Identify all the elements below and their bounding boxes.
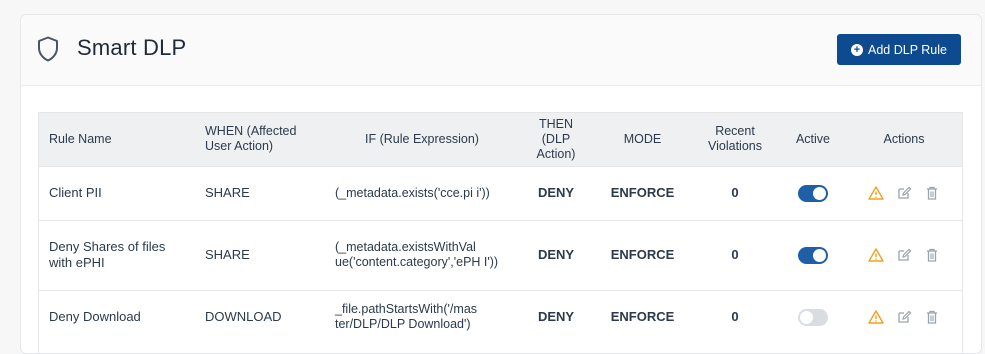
active-toggle[interactable] [798,308,828,326]
table-header-row: Rule Name WHEN (Affected User Action) IF… [39,113,962,166]
plus-circle-icon: + [851,43,863,56]
add-dlp-rule-button[interactable]: + Add DLP Rule [837,34,961,65]
add-dlp-rule-label: Add DLP Rule [868,42,947,57]
table-row: Client PII SHARE (_metadata.exists('cce.… [39,165,962,220]
rule-expression: (_metadata.exists('cce.pi i')) [327,165,517,220]
rule-name: Deny Shares of files with ePHI [39,219,197,290]
rule-violations: 0 [690,219,780,290]
active-toggle[interactable] [798,184,828,202]
rule-name: Deny Download [39,289,197,344]
col-header-rule-name: Rule Name [49,131,112,146]
page-title: Smart DLP [77,35,187,60]
edit-icon[interactable] [896,185,912,201]
table-row: Deny Download DOWNLOAD _file.pathStartsW… [39,289,962,344]
rule-mode: ENFORCE [595,289,690,344]
rule-violations: 0 [690,165,780,220]
rule-expression: _file.pathStartsWith('/mas ter/DLP/DLP D… [327,289,517,344]
warning-icon[interactable] [868,309,884,325]
trash-icon[interactable] [924,309,940,325]
col-header-actions: Actions [883,131,925,146]
card-header: Smart DLP + Add DLP Rule [21,15,981,86]
rule-mode: ENFORCE [595,219,690,290]
col-header-if: IF (Rule Expression) [365,131,479,146]
trash-icon[interactable] [924,185,940,201]
rule-when: SHARE [197,165,327,220]
warning-icon[interactable] [868,247,884,263]
edit-icon[interactable] [896,309,912,325]
dlp-rules-table: Rule Name WHEN (Affected User Action) IF… [38,112,963,353]
active-toggle[interactable] [798,246,828,264]
shield-icon [38,36,58,62]
trash-icon[interactable] [924,247,940,263]
rule-then: DENY [517,219,595,290]
rule-when: DOWNLOAD [197,289,327,344]
rule-then: DENY [517,165,595,220]
rule-name: Client PII [39,165,197,220]
warning-icon[interactable] [868,185,884,201]
smart-dlp-card: Smart DLP + Add DLP Rule Rule Name WHEN … [20,14,982,354]
rule-then: DENY [517,289,595,344]
rule-when: SHARE [197,219,327,290]
table-row: Deny Shares of files with ePHI SHARE (_m… [39,219,962,290]
edit-icon[interactable] [896,247,912,263]
col-header-active: Active [795,131,831,146]
col-header-when: WHEN (Affected User Action) [205,124,297,154]
rule-violations: 0 [690,289,780,344]
col-header-mode: MODE [623,131,662,146]
rule-expression: (_metadata.existsWithVal ue('content.cat… [327,219,517,290]
col-header-recent-violations: Recent Violations [708,124,762,154]
rule-mode: ENFORCE [595,165,690,220]
col-header-then: THEN (DLP Action) [536,116,576,161]
